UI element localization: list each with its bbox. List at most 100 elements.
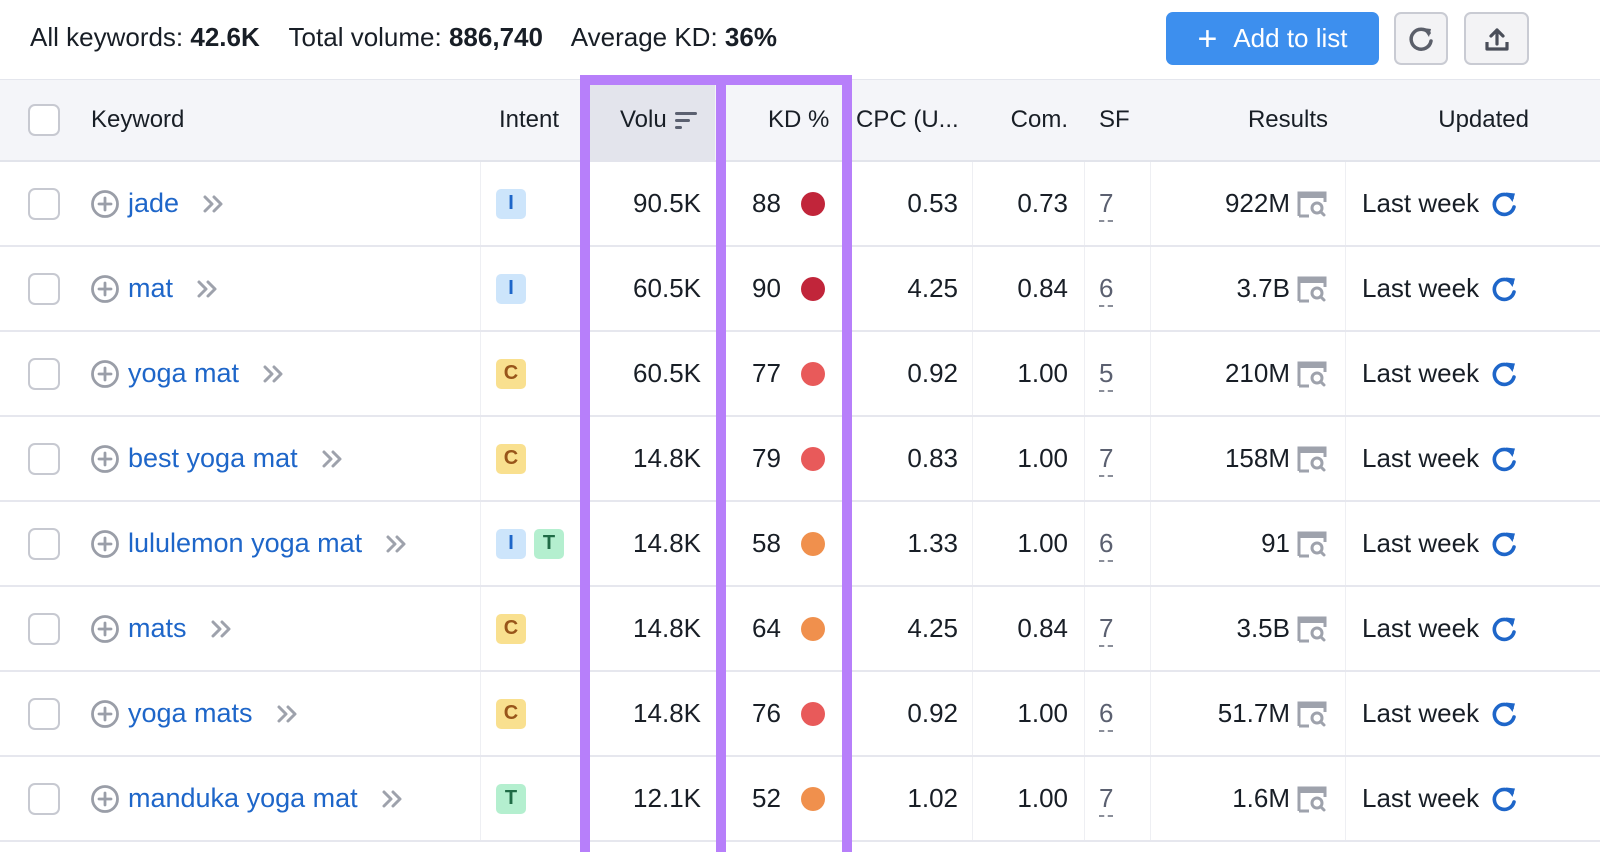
serp-features-count[interactable]: 6 — [1099, 273, 1113, 304]
col-kd[interactable]: KD % — [768, 80, 829, 160]
serp-features-count[interactable]: 6 — [1099, 698, 1113, 729]
updated-cell: Last week — [1362, 417, 1519, 500]
serp-features-count[interactable]: 5 — [1099, 358, 1113, 389]
kd-difficulty-dot — [800, 701, 825, 726]
serp-features-count[interactable]: 7 — [1099, 443, 1113, 474]
row-checkbox[interactable] — [28, 697, 60, 730]
keyword-link[interactable]: manduka yoga mat — [128, 783, 358, 814]
column-divider — [1345, 672, 1346, 755]
volume-cell: 60.5K — [633, 273, 701, 303]
serp-features-count[interactable]: 7 — [1099, 188, 1113, 219]
row-checkbox[interactable] — [28, 782, 60, 815]
view-serp-icon[interactable] — [1296, 785, 1328, 813]
keyword-cell: jade — [90, 162, 227, 245]
add-circle-icon[interactable] — [90, 614, 120, 644]
col-keyword[interactable]: Keyword — [91, 80, 184, 160]
select-all-checkbox[interactable] — [28, 104, 60, 136]
kd-cell: 88 — [752, 162, 825, 245]
add-circle-icon[interactable] — [90, 444, 120, 474]
add-circle-icon[interactable] — [90, 274, 120, 304]
add-circle-icon[interactable] — [90, 784, 120, 814]
intent-badge: I — [496, 528, 526, 559]
keyword-link[interactable]: lululemon yoga mat — [128, 528, 362, 559]
double-chevron-right-icon[interactable] — [320, 448, 346, 470]
serp-features-count[interactable]: 7 — [1099, 613, 1113, 644]
view-serp-icon[interactable] — [1296, 445, 1328, 473]
keyword-link[interactable]: best yoga mat — [128, 443, 298, 474]
col-results[interactable]: Results — [1160, 80, 1328, 160]
double-chevron-right-icon[interactable] — [261, 363, 287, 385]
double-chevron-right-icon[interactable] — [209, 618, 235, 640]
column-divider — [1345, 332, 1346, 415]
column-divider — [1150, 332, 1151, 415]
column-divider — [972, 502, 973, 585]
col-intent[interactable]: Intent — [499, 80, 559, 160]
refresh-button[interactable] — [1394, 12, 1448, 65]
add-circle-icon[interactable] — [90, 189, 120, 219]
col-com[interactable]: Com. — [980, 80, 1068, 160]
average-kd-value: 36% — [724, 22, 777, 52]
intent-cell: C — [496, 332, 534, 415]
column-divider — [1084, 332, 1085, 415]
column-divider — [1150, 162, 1151, 245]
volume-cell: 14.8K — [633, 443, 701, 473]
double-chevron-right-icon[interactable] — [195, 278, 221, 300]
intent-cell: IT — [496, 502, 572, 585]
double-chevron-right-icon[interactable] — [380, 788, 406, 810]
serp-features-count[interactable]: 7 — [1099, 783, 1113, 814]
view-serp-icon[interactable] — [1296, 615, 1328, 643]
column-divider — [1345, 247, 1346, 330]
add-circle-icon[interactable] — [90, 359, 120, 389]
kd-cell: 58 — [752, 502, 825, 585]
add-circle-icon[interactable] — [90, 529, 120, 559]
row-checkbox[interactable] — [28, 527, 60, 560]
view-serp-icon[interactable] — [1296, 700, 1328, 728]
column-divider — [480, 502, 481, 585]
view-serp-icon[interactable] — [1296, 360, 1328, 388]
double-chevron-right-icon[interactable] — [384, 533, 410, 555]
refresh-icon[interactable] — [1489, 359, 1519, 389]
refresh-icon[interactable] — [1489, 444, 1519, 474]
refresh-icon[interactable] — [1489, 529, 1519, 559]
refresh-icon[interactable] — [1489, 274, 1519, 304]
refresh-icon[interactable] — [1489, 614, 1519, 644]
view-serp-icon[interactable] — [1296, 275, 1328, 303]
volume-cell: 12.1K — [633, 783, 701, 813]
intent-cell: T — [496, 757, 534, 840]
row-checkbox[interactable] — [28, 442, 60, 475]
cpc-cell: 0.92 — [907, 358, 958, 388]
keyword-cell: best yoga mat — [90, 417, 346, 500]
add-to-list-button[interactable]: + Add to list — [1166, 12, 1379, 65]
double-chevron-right-icon[interactable] — [201, 193, 227, 215]
refresh-icon[interactable] — [1489, 784, 1519, 814]
keyword-link[interactable]: jade — [128, 188, 179, 219]
keyword-link[interactable]: yoga mat — [128, 358, 239, 389]
double-chevron-right-icon[interactable] — [275, 703, 301, 725]
add-circle-icon[interactable] — [90, 699, 120, 729]
intent-badge: I — [496, 188, 526, 219]
view-serp-icon[interactable] — [1296, 530, 1328, 558]
column-divider — [1084, 672, 1085, 755]
results-cell: 91 — [1160, 502, 1328, 585]
serp-features-count[interactable]: 6 — [1099, 528, 1113, 559]
col-volume[interactable]: Volu — [620, 80, 699, 160]
keyword-cell: mats — [90, 587, 235, 670]
export-button[interactable] — [1464, 12, 1529, 65]
col-sf[interactable]: SF — [1099, 80, 1130, 160]
updated-cell: Last week — [1362, 672, 1519, 755]
column-divider — [480, 417, 481, 500]
cpc-cell: 0.53 — [907, 188, 958, 218]
view-serp-icon[interactable] — [1296, 190, 1328, 218]
col-updated[interactable]: Updated — [1360, 80, 1529, 160]
col-cpc[interactable]: CPC (U... — [856, 80, 959, 160]
keyword-link[interactable]: yoga mats — [128, 698, 253, 729]
refresh-icon[interactable] — [1489, 189, 1519, 219]
row-checkbox[interactable] — [28, 612, 60, 645]
row-checkbox[interactable] — [28, 357, 60, 390]
refresh-icon[interactable] — [1489, 699, 1519, 729]
summary-bar: All keywords: 42.6K Total volume: 886,74… — [0, 0, 1600, 80]
keyword-link[interactable]: mat — [128, 273, 173, 304]
row-checkbox[interactable] — [28, 187, 60, 220]
keyword-link[interactable]: mats — [128, 613, 187, 644]
row-checkbox[interactable] — [28, 272, 60, 305]
